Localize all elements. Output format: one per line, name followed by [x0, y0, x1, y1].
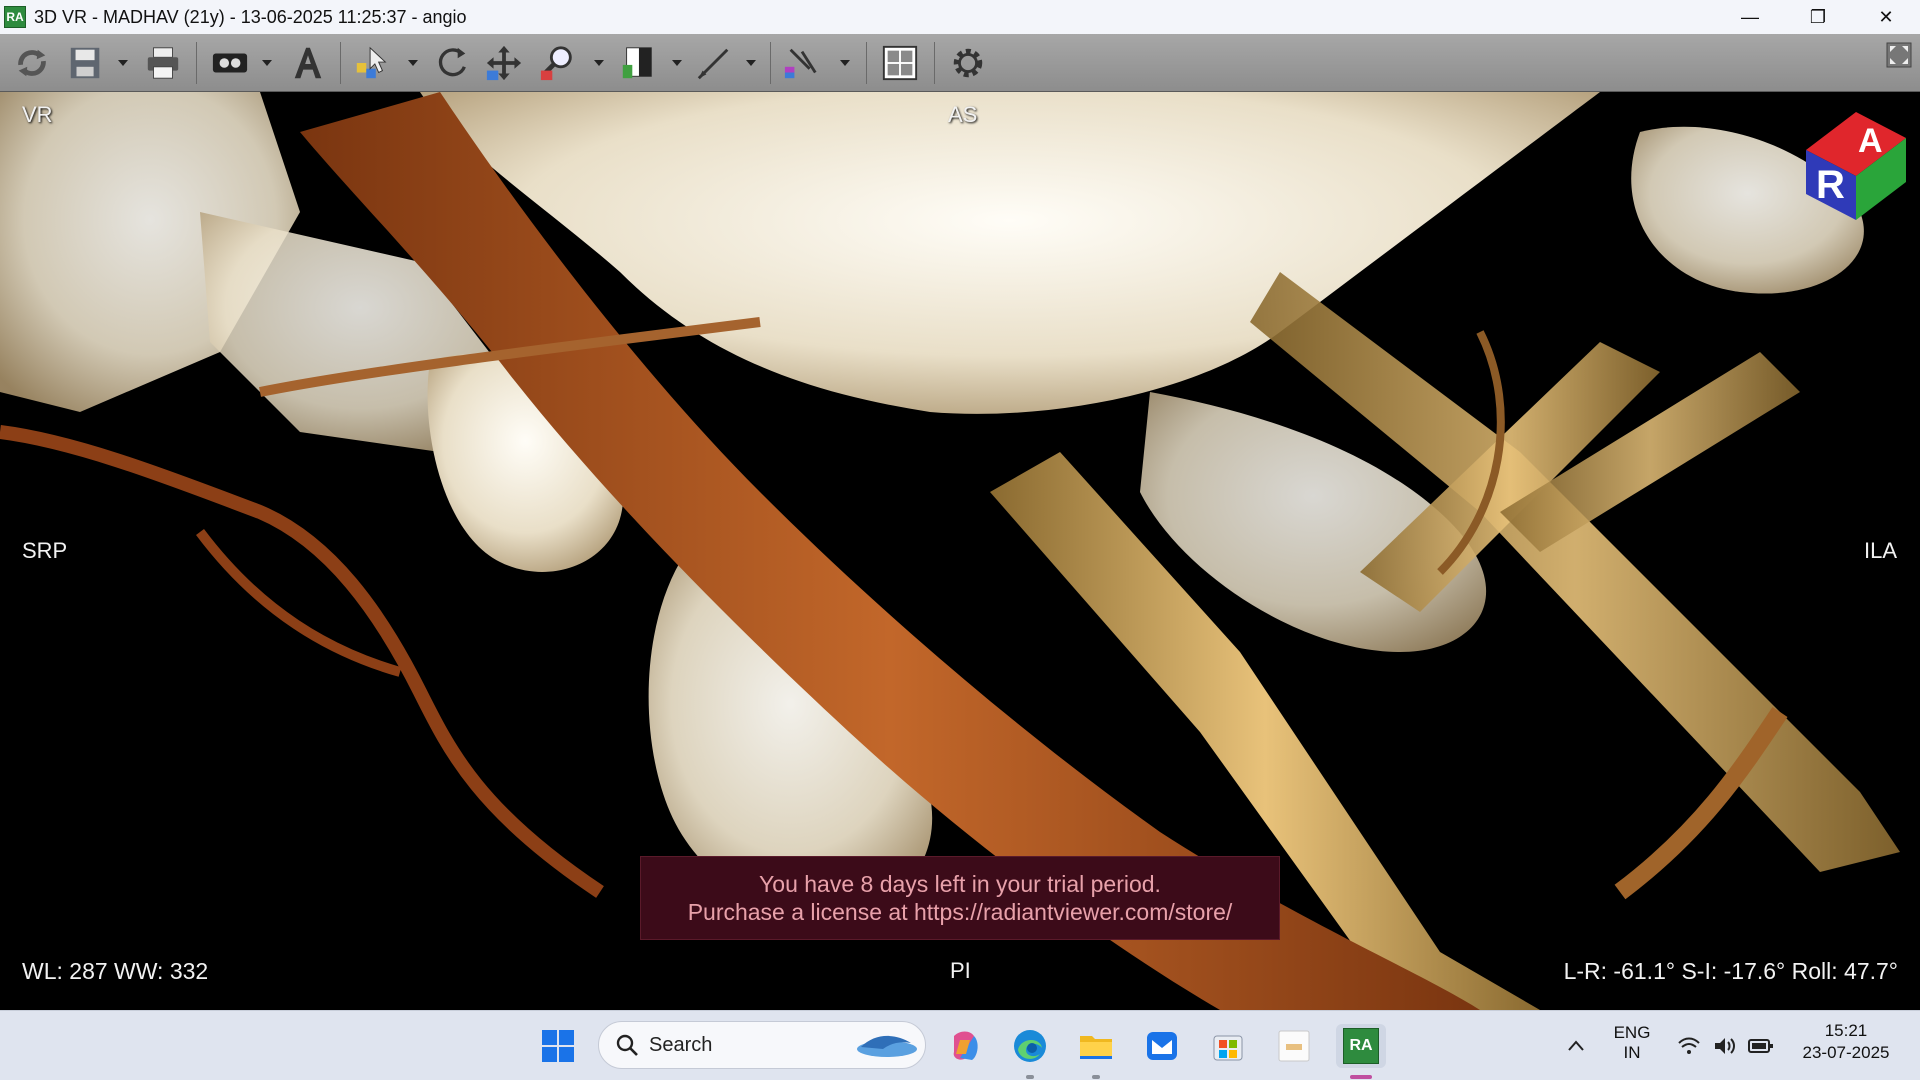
reset-icon[interactable] — [12, 43, 52, 83]
angle-icon[interactable] — [782, 43, 822, 83]
pan-icon[interactable] — [484, 43, 524, 83]
render-mode-label: VR — [22, 102, 53, 127]
save-dropdown-icon[interactable] — [118, 60, 128, 66]
toolbar-separator — [196, 42, 197, 84]
windows-logo-icon — [542, 1030, 574, 1062]
fullscreen-icon[interactable] — [1886, 42, 1912, 68]
battery-icon — [1748, 1039, 1773, 1053]
measure-icon[interactable] — [694, 43, 734, 83]
clock-date: 23-07-2025 — [1802, 1043, 1890, 1062]
region-code: IN — [1623, 1043, 1641, 1062]
clock[interactable]: 15:21 23-07-2025 — [1790, 1021, 1902, 1063]
wifi-icon — [1678, 1037, 1700, 1054]
orientation-right-label: ILA — [1864, 538, 1898, 563]
orientation-bottom-label: PI — [950, 958, 971, 983]
search-icon — [616, 1034, 638, 1056]
close-button[interactable]: ✕ — [1852, 0, 1920, 34]
text-annotation-icon[interactable] — [288, 43, 328, 83]
radiant-taskbar-button[interactable]: RA — [1336, 1024, 1386, 1068]
gear-icon[interactable] — [948, 43, 988, 83]
rotate-icon[interactable] — [432, 43, 472, 83]
language-indicator[interactable]: ENG IN — [1604, 1023, 1660, 1063]
search-label: Search — [649, 1033, 713, 1056]
minimize-button[interactable]: — — [1716, 0, 1784, 34]
show-hidden-icons-button[interactable] — [1554, 1024, 1598, 1068]
trial-notice: You have 8 days left in your trial perio… — [640, 856, 1280, 940]
window-level-icon[interactable] — [618, 43, 658, 83]
taskbar-search-box[interactable]: Search — [598, 1021, 926, 1069]
toolbar-separator — [340, 42, 341, 84]
3d-render-viewport[interactable]: VR AS SRP ILA PI WL: 287 WW: 332 L-R: -6… — [0, 92, 1920, 1010]
rotation-readout: L-R: -61.1° S-I: -17.6° Roll: 47.7° — [1563, 958, 1898, 984]
angle-dropdown-icon[interactable] — [840, 60, 850, 66]
orientation-cube-icon[interactable]: R A — [1796, 102, 1916, 222]
edge-running-indicator — [1026, 1075, 1034, 1079]
windows-taskbar: Search RA ENG IN 15:21 23-07-2025 — [0, 1010, 1920, 1080]
trial-notice-line-2: Purchase a license at https://radiantvie… — [687, 899, 1233, 925]
restore-button[interactable]: ❐ — [1784, 0, 1852, 34]
window-controls: — ❐ ✕ — [1716, 0, 1920, 34]
microsoft-store-icon[interactable] — [1206, 1024, 1250, 1068]
toolbar-separator — [770, 42, 771, 84]
zoom-dropdown-icon[interactable] — [594, 60, 604, 66]
language-code: ENG — [1613, 1023, 1651, 1042]
cube-a-label: A — [1858, 122, 1883, 160]
system-tray-status[interactable] — [1666, 1024, 1786, 1068]
title-bar: RA 3D VR - MADHAV (21y) - 13-06-2025 11:… — [0, 0, 1920, 34]
window-title: 3D VR - MADHAV (21y) - 13-06-2025 11:25:… — [34, 6, 467, 27]
orientation-top-label: AS — [948, 102, 978, 127]
radiant-app-icon: RA — [4, 6, 26, 28]
save-icon[interactable] — [66, 43, 106, 83]
radiant-active-indicator — [1350, 1075, 1372, 1079]
volume-icon — [1715, 1038, 1735, 1054]
zoom-icon[interactable] — [538, 43, 578, 83]
window-level-readout: WL: 287 WW: 332 — [22, 958, 209, 984]
select-tool-icon[interactable] — [352, 43, 392, 83]
cine-dropdown-icon[interactable] — [262, 60, 272, 66]
cine-icon[interactable] — [210, 43, 250, 83]
pinned-app-icon[interactable] — [1272, 1024, 1316, 1068]
edge-browser-icon[interactable] — [1008, 1024, 1052, 1068]
toolbar-separator — [934, 42, 935, 84]
copilot-icon[interactable] — [942, 1024, 986, 1068]
layout-icon[interactable] — [880, 43, 920, 83]
chevron-up-icon — [1568, 1040, 1584, 1051]
search-highlight-dolphin-icon — [857, 1035, 917, 1057]
explorer-running-indicator — [1092, 1075, 1100, 1079]
trial-notice-line-1: You have 8 days left in your trial perio… — [759, 871, 1161, 897]
cube-r-label: R — [1816, 163, 1845, 207]
mail-app-icon[interactable] — [1140, 1024, 1184, 1068]
measure-dropdown-icon[interactable] — [746, 60, 756, 66]
toolbar-separator — [866, 42, 867, 84]
toolbar — [0, 34, 1920, 92]
start-button[interactable] — [536, 1024, 580, 1068]
orientation-left-label: SRP — [22, 538, 68, 563]
window-level-dropdown-icon[interactable] — [672, 60, 682, 66]
file-explorer-icon[interactable] — [1074, 1024, 1118, 1068]
clock-time: 15:21 — [1824, 1021, 1868, 1040]
radiant-app-icon: RA — [1343, 1028, 1379, 1064]
print-icon[interactable] — [143, 43, 183, 83]
select-dropdown-icon[interactable] — [408, 60, 418, 66]
